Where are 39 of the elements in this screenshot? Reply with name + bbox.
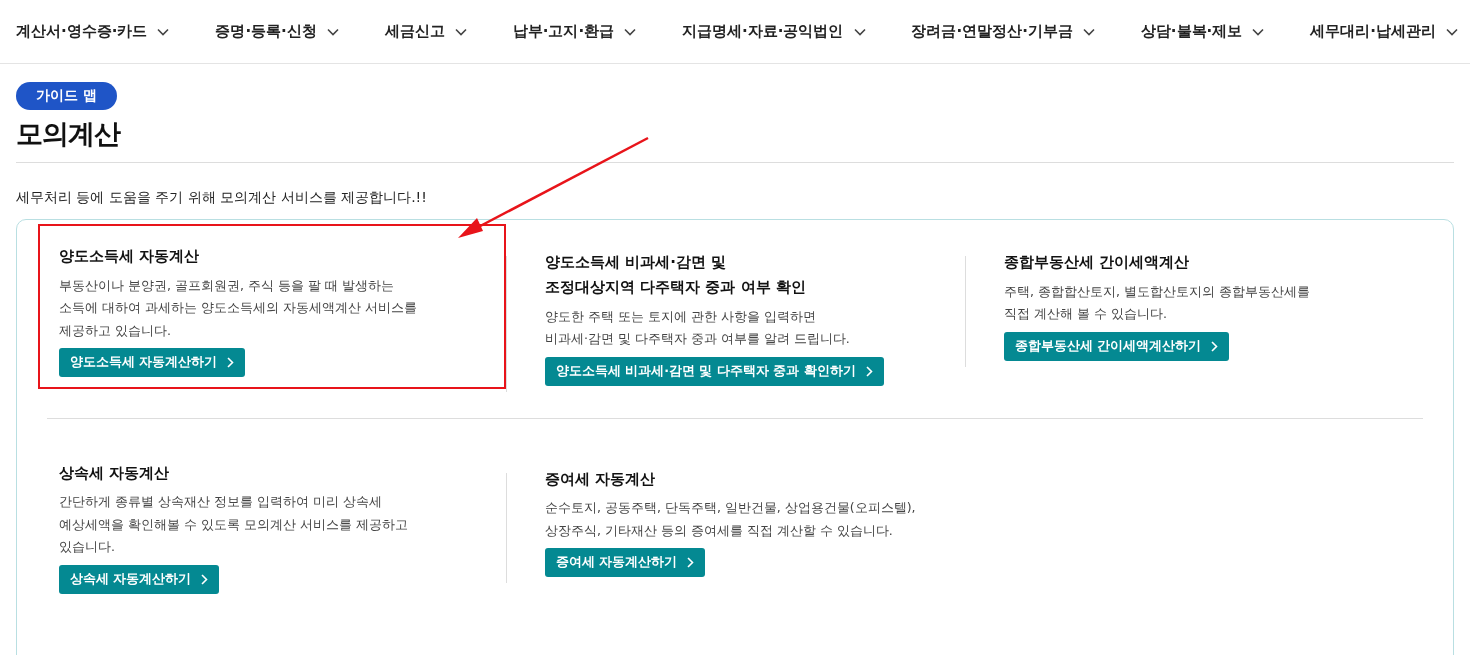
nav-menu-item[interactable]: 상담·불복·제보 [1140,22,1265,41]
chevron-right-icon [227,357,235,369]
chevron-down-icon [1082,27,1095,36]
service-description: 주택, 종합합산토지, 별도합산토지의 종합부동산세를 직접 계산해 볼 수 있습니다. [1004,282,1311,324]
nav-menu-item[interactable]: 납부·고지·환급 [512,22,637,41]
guide-map-badge[interactable]: 가이드 맵 [16,82,117,110]
nav-menu-item[interactable]: 장려금·연말정산·기부금 [911,22,1095,41]
service-description: 간단하게 종류별 상속재산 정보를 입력하여 미리 상속세 예상세액을 확인해볼 수 있도록 모의계산 서비스를 제공하고 있습니다. [59,493,409,557]
service-title: 종합부동산세 간이세액계산 [1004,252,1191,273]
nav-menu-item[interactable]: 세금신고 [384,22,467,41]
nav-menu-item[interactable]: 계산서·영수증·카드 [16,22,170,41]
page-title: 모의계산 [16,116,1454,163]
calculate-button[interactable]: 종합부동산세 간이세액계산하기 [1004,331,1230,361]
nav-menu-item[interactable]: 지급명세·자료·공익법인 [682,22,866,41]
nav-menu-item[interactable]: 세무대리·납세관리 [1310,22,1458,41]
chevron-down-icon [326,27,339,36]
chevron-down-icon [624,27,637,36]
calculate-button[interactable]: 양도소득세 자동계산하기 [59,348,246,378]
calculate-button[interactable]: 양도소득세 비과세·감면 및 다주택자 중과 확인하기 [545,356,884,386]
service-title: 증여세 자동계산 [545,468,657,490]
service-description: 양도한 주택 또는 토지에 관한 사항을 입력하면 비과세·감면 및 다주택자 중과 여부를 알려 드립니다. [545,307,851,348]
chevron-right-icon [201,573,209,585]
chevron-down-icon [454,27,467,36]
chevron-down-icon [1252,27,1265,36]
chevron-right-icon [687,557,695,569]
service-description: 순수토지, 공동주택, 단독주택, 일반건물, 상업용건물(오피스텔), 상장주식, 기타재산 등의 증여세를 직접 계산할 수 있습니다. [545,499,917,540]
chevron-down-icon [157,27,170,36]
service-title: 양도소득세 자동계산 [59,246,201,267]
calculate-button[interactable]: 증여세 자동계산하기 [545,548,706,578]
service-title: 상속세 자동계산 [59,462,171,484]
service-title: 양도소득세 비과세·감면 및 조정대상지역 다주택자 중과 여부 확인 [545,252,807,298]
chevron-right-icon [1211,340,1219,352]
chevron-down-icon [853,27,866,36]
service-description: 부동산이나 분양권, 골프회원권, 주식 등을 팔 때 발생하는 소득에 대하여 과세하는 양도소득세의 자동세액계산 서비스를 제공하고 있습니다. [59,276,418,340]
calculate-button[interactable]: 상속세 자동계산하기 [59,564,220,594]
nav-menu-item[interactable]: 증명·등록·신청 [215,22,339,41]
chevron-down-icon [1445,27,1458,36]
chevron-right-icon [865,365,873,377]
intro-text: 세무처리 등에 도움을 주기 위해 모의계산 서비스를 제공합니다.!! [16,189,428,207]
